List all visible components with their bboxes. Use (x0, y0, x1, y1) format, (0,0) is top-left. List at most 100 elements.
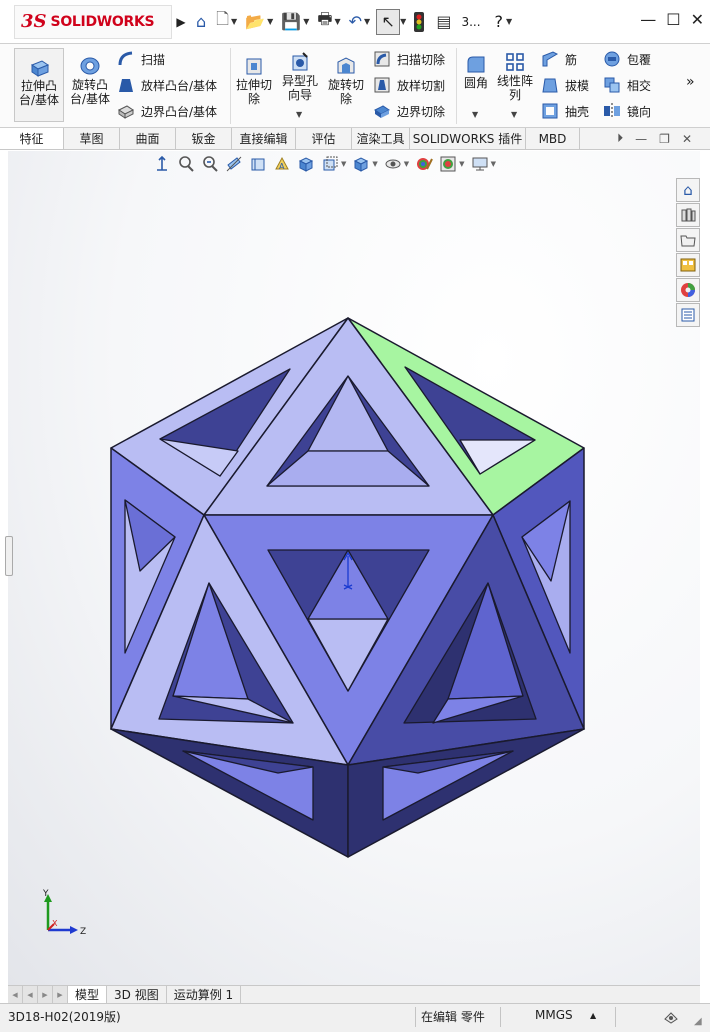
ribbon-separator (456, 48, 457, 124)
file-properties-icon[interactable]: ▤ (434, 9, 453, 35)
quick-tips-icon[interactable] (663, 1009, 679, 1025)
loft-cut-icon (374, 77, 390, 93)
revolve-boss-label-2: 台/基体 (69, 92, 111, 106)
intersect-button[interactable]: 相交 (603, 75, 651, 95)
extrude-boss-label-1: 拉伸凸 (20, 79, 57, 93)
boundary-boss-label: 边界凸台/基体 (141, 104, 218, 119)
draft-label: 拔模 (565, 78, 590, 93)
save-dropdown[interactable]: ▼ (303, 17, 309, 26)
boundary-cut-button[interactable]: 边界切除 (373, 101, 445, 121)
resize-grip-icon[interactable]: ◢ (694, 1016, 702, 1027)
tab-nav-last[interactable]: ▶ (53, 986, 68, 1003)
fillet-label: 圆角 (463, 76, 488, 90)
panel-restore-icon[interactable]: ❐ (659, 132, 670, 146)
extrude-boss-button[interactable]: 拉伸凸 台/基体 (14, 48, 64, 122)
rebuild-traffic-light-icon[interactable] (412, 9, 426, 35)
draft-button[interactable]: 拔模 (541, 75, 589, 95)
model-view-tabs: ◀ ◀ ▶ ▶ 模型 3D 视图 运动算例 1 (8, 985, 700, 1003)
mirror-label: 镜向 (627, 104, 652, 119)
command-manager-ribbon: 拉伸凸 台/基体 旋转凸 台/基体 扫描 放样凸台/基体 边界凸台/基体 拉伸切… (0, 44, 710, 128)
minimize-button[interactable]: — (640, 10, 656, 29)
new-dropdown[interactable]: ▼ (231, 17, 237, 26)
mirror-button[interactable]: 镜向 (603, 101, 651, 121)
loft-boss-button[interactable]: 放样凸台/基体 (117, 75, 217, 95)
solidworks-logo[interactable]: 3S SOLIDWORKS (14, 4, 172, 39)
tab-features[interactable]: 特征 (0, 128, 64, 149)
help-dropdown[interactable]: ▼ (506, 17, 512, 26)
wrap-button[interactable]: 包覆 (603, 49, 651, 69)
hole-wizard-button[interactable]: 异型孔 向导 (279, 52, 321, 102)
graphics-area[interactable]: A ▼ ▼ ▼ ▼ ▼ ⌂ Y X Z (5, 151, 700, 985)
open-dropdown[interactable]: ▼ (267, 17, 273, 26)
open-icon[interactable]: 📂 (243, 9, 267, 35)
command-manager-tabs: 特征 草图 曲面 钣金 直接编辑 评估 渲染工具 SOLIDWORKS 插件 M… (0, 128, 710, 150)
linear-pattern-button[interactable]: 线性阵 列 (496, 52, 534, 102)
sweep-cut-icon (374, 51, 390, 67)
icosahedron-model[interactable] (8, 151, 700, 985)
linear-pattern-label-2: 列 (508, 88, 521, 102)
status-edit-mode: 在编辑 零件 (421, 1010, 485, 1024)
revolve-cut-button[interactable]: 旋转切 除 (326, 56, 366, 106)
title-bar: 3S SOLIDWORKS ▶ ⌂ 🗋 ▼ 📂 ▼ 💾 ▼ 🖶 ▼ ↶ ▼ ↖ ▼ ▤ 3.… (0, 0, 710, 44)
menu-flyout-arrow[interactable]: ▶ (174, 5, 188, 39)
rib-button[interactable]: 筋 (541, 49, 577, 69)
status-units[interactable]: MMGS (535, 1008, 573, 1022)
fillet-button[interactable]: 圆角 (460, 54, 492, 90)
traffic-light-svg (414, 11, 425, 32)
print-dropdown[interactable]: ▼ (334, 17, 340, 26)
boundary-boss-button[interactable]: 边界凸台/基体 (117, 101, 217, 121)
sweep-cut-label: 扫描切除 (397, 52, 446, 67)
triad-y-label: Y (42, 889, 49, 899)
tab-sketch[interactable]: 草图 (64, 128, 120, 149)
loft-cut-button[interactable]: 放样切割 (373, 75, 445, 95)
extrude-cut-icon (246, 58, 262, 75)
home-icon[interactable]: ⌂ (194, 9, 208, 35)
triad-x-label: X (52, 919, 58, 928)
ribbon-more-chevron[interactable]: » (686, 74, 695, 90)
tab-nav-next[interactable]: ▶ (38, 986, 53, 1003)
rib-label: 筋 (565, 52, 578, 67)
linear-pattern-dropdown[interactable]: ▼ (511, 110, 517, 119)
select-cursor-icon[interactable]: ↖ (376, 8, 401, 35)
fillet-dropdown[interactable]: ▼ (472, 110, 478, 119)
undo-dropdown[interactable]: ▼ (364, 17, 370, 26)
tab-nav-prev[interactable]: ◀ (23, 986, 38, 1003)
loft-cut-label: 放样切割 (397, 78, 446, 93)
help-button[interactable]: ? (495, 12, 504, 31)
undo-icon[interactable]: ↶ (347, 9, 364, 35)
shell-button[interactable]: 抽壳 (541, 101, 589, 121)
tab-mbd[interactable]: MBD (526, 128, 580, 149)
panel-expand-icon[interactable]: ⏵ (617, 131, 623, 146)
panel-minimize-icon[interactable]: — (635, 132, 647, 146)
tab-3d-views[interactable]: 3D 视图 (107, 986, 167, 1003)
tab-surfaces[interactable]: 曲面 (120, 128, 176, 149)
logo-word: SOLIDWORKS (50, 13, 155, 30)
new-document-icon[interactable]: 🗋 (214, 9, 231, 35)
status-divider (415, 1007, 416, 1027)
print-icon[interactable]: 🖶 (315, 9, 334, 35)
tab-direct-editing[interactable]: 直接编辑 (232, 128, 296, 149)
shell-icon (542, 103, 558, 119)
units-menu-arrow[interactable]: ▲ (590, 1011, 596, 1020)
ribbon-separator (230, 48, 231, 124)
intersect-label: 相交 (627, 78, 652, 93)
extrude-cut-button[interactable]: 拉伸切 除 (234, 56, 274, 106)
close-button[interactable]: ✕ (691, 10, 704, 29)
maximize-button[interactable]: ☐ (666, 10, 680, 29)
tab-nav-first[interactable]: ◀ (8, 986, 23, 1003)
save-icon[interactable]: 💾 (279, 9, 303, 35)
tab-sheet-metal[interactable]: 钣金 (176, 128, 232, 149)
revolve-boss-button[interactable]: 旋转凸 台/基体 (68, 56, 112, 106)
boundary-cut-icon (374, 105, 390, 118)
hole-wizard-dropdown[interactable]: ▼ (296, 110, 302, 119)
tab-solidworks-addins[interactable]: SOLIDWORKS 插件 (410, 128, 526, 149)
panel-close-icon[interactable]: ✕ (682, 132, 692, 146)
tab-render-tools[interactable]: 渲染工具 (352, 128, 410, 149)
sweep-button[interactable]: 扫描 (117, 49, 165, 69)
tab-evaluate[interactable]: 评估 (296, 128, 352, 149)
select-dropdown[interactable]: ▼ (400, 17, 406, 26)
tab-motion-study-1[interactable]: 运动算例 1 (167, 986, 242, 1003)
status-divider (615, 1007, 616, 1027)
tab-model[interactable]: 模型 (68, 986, 108, 1003)
sweep-cut-button[interactable]: 扫描切除 (373, 49, 445, 69)
